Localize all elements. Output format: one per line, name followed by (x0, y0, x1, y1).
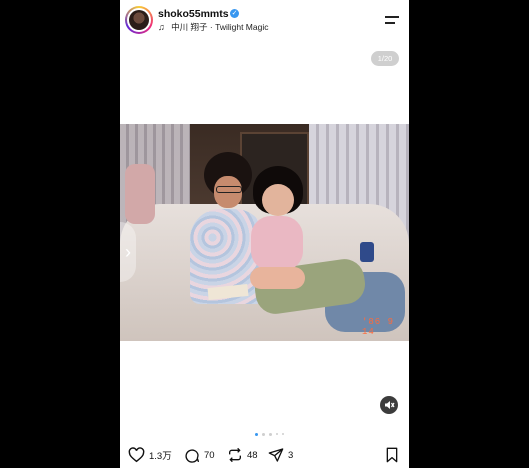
action-bar: 1.3万 70 48 3 (120, 444, 409, 466)
repost-icon (229, 447, 241, 463)
chevron-left-icon[interactable]: › (120, 222, 136, 282)
post-panel: shoko55mmts ✓ ♫ 中川 翔子 · Twilight Magic 1… (120, 0, 409, 468)
avatar-image (129, 10, 149, 30)
music-track: Twilight Magic (215, 22, 269, 32)
carousel-dot-active (255, 433, 258, 436)
bookmark-icon (386, 447, 398, 463)
photo-girl-face (262, 184, 294, 216)
bookmark-button[interactable] (385, 447, 399, 466)
share-button[interactable]: 3 (268, 447, 293, 463)
share-count: 3 (288, 449, 294, 461)
photo-girl-legs (250, 267, 305, 289)
avatar[interactable] (125, 6, 153, 34)
carousel-dot (262, 433, 265, 436)
photo-cushion (125, 164, 155, 224)
music-separator: · (209, 22, 213, 32)
like-button[interactable]: 1.3万 (128, 447, 172, 463)
menu-icon[interactable] (385, 15, 399, 25)
date-stamp: '86 9 14 (362, 317, 395, 337)
repost-button[interactable]: 48 (227, 447, 258, 463)
comment-button[interactable]: 70 (184, 447, 215, 463)
photo-lamp (360, 242, 374, 262)
post-photo[interactable]: '86 9 14 › (120, 124, 409, 341)
post-header: shoko55mmts ✓ ♫ 中川 翔子 · Twilight Magic (120, 0, 409, 40)
username[interactable]: shoko55mmts (158, 8, 229, 20)
music-artist: 中川 翔子 (171, 22, 208, 32)
send-icon (268, 448, 284, 462)
repost-count: 48 (247, 449, 258, 461)
carousel-dot (276, 433, 278, 435)
photo-glasses (216, 186, 242, 193)
photo-girl-body (251, 216, 303, 271)
heart-icon (128, 447, 145, 463)
music-note-icon: ♫ (158, 22, 165, 32)
comment-count: 70 (204, 449, 215, 461)
carousel-dot (269, 433, 272, 436)
verified-badge-icon: ✓ (230, 9, 239, 18)
image-counter: 1/20 (371, 51, 399, 66)
comment-icon (185, 449, 199, 463)
mute-icon[interactable] (380, 396, 398, 414)
carousel-dot (282, 433, 284, 435)
music-info[interactable]: ♫ 中川 翔子 · Twilight Magic (158, 21, 268, 33)
like-count: 1.3万 (149, 451, 172, 462)
